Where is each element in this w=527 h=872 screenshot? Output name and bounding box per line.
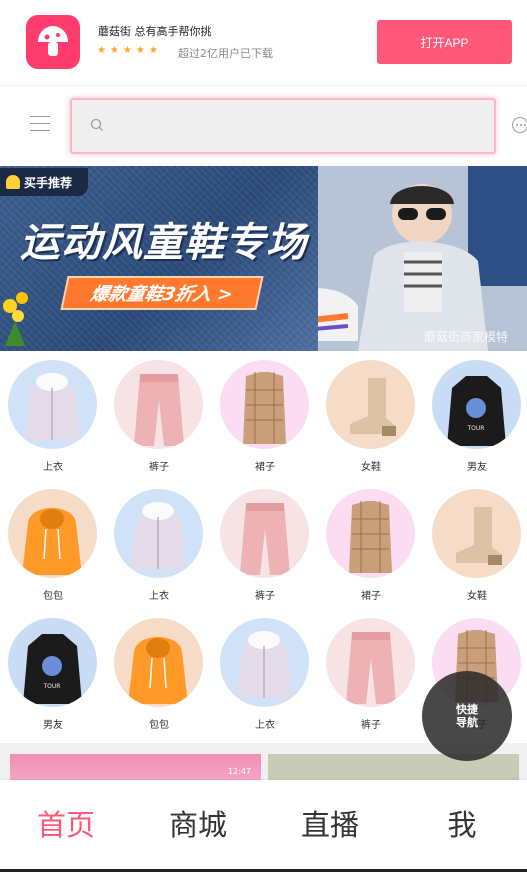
orange-hoodie-image bbox=[8, 489, 97, 578]
orange-hoodie-image bbox=[114, 618, 203, 707]
search-box[interactable] bbox=[70, 98, 496, 154]
flowers-decoration bbox=[3, 292, 28, 346]
jacket-image bbox=[220, 618, 309, 707]
quick-nav-button[interactable]: 快捷导航 bbox=[422, 671, 512, 761]
tab-mall[interactable]: 商城 bbox=[132, 805, 264, 845]
category-label: 上衣 bbox=[255, 720, 275, 731]
category-label: 男友 bbox=[467, 462, 487, 473]
black-hoodie-image: TOUR bbox=[8, 618, 97, 707]
product-card[interactable]: 12:47 bbox=[10, 754, 261, 780]
pants-image bbox=[326, 618, 415, 707]
svg-text:TOUR: TOUR bbox=[467, 425, 485, 432]
category-item[interactable]: 裙子 bbox=[212, 352, 318, 480]
mushroom-icon bbox=[6, 175, 20, 189]
category-item[interactable]: TOUR 男友 bbox=[0, 610, 106, 738]
tab-me[interactable]: 我 bbox=[396, 805, 527, 845]
boot-image bbox=[432, 489, 521, 578]
open-app-button[interactable]: 打开APP bbox=[377, 20, 512, 64]
pants-image bbox=[220, 489, 309, 578]
category-item[interactable]: TOUR 男友 bbox=[424, 352, 527, 480]
category-label: 裙子 bbox=[255, 462, 275, 473]
tab-home[interactable]: 首页 bbox=[0, 805, 132, 845]
hero-model-photo bbox=[248, 166, 527, 351]
svg-text:TOUR: TOUR bbox=[43, 683, 61, 690]
category-item[interactable]: 裙子 bbox=[318, 481, 424, 609]
category-label: 包包 bbox=[149, 720, 169, 731]
category-label: 裤子 bbox=[255, 591, 275, 602]
category-label: 裤子 bbox=[361, 720, 381, 731]
category-item[interactable]: 包包 bbox=[106, 610, 212, 738]
category-item[interactable]: 裤子 bbox=[318, 610, 424, 738]
app-name: 蘑菇街 总有高手帮你挑 bbox=[98, 25, 212, 38]
more-options-icon[interactable] bbox=[512, 117, 527, 133]
category-label: 男友 bbox=[43, 720, 63, 731]
bottom-tab-bar: 首页 商城 直播 我 bbox=[0, 780, 527, 872]
hero-title: 运动风童鞋专场 bbox=[20, 220, 307, 266]
plaid-jacket-image bbox=[326, 489, 415, 578]
category-label: 包包 bbox=[43, 591, 63, 602]
plaid-jacket-image bbox=[220, 360, 309, 449]
search-row bbox=[0, 86, 527, 166]
black-hoodie-image: TOUR bbox=[432, 360, 521, 449]
buyer-recommend-badge: 买手推荐 bbox=[0, 168, 88, 196]
search-input[interactable] bbox=[116, 112, 476, 140]
category-item[interactable]: 女鞋 bbox=[318, 352, 424, 480]
hero-banner[interactable]: 买手推荐 运动风童鞋专场 爆款童鞋3折入 > 蘑菇街商家模特 bbox=[0, 166, 527, 351]
category-label: 女鞋 bbox=[361, 462, 381, 473]
pants-image bbox=[114, 360, 203, 449]
category-label: 裤子 bbox=[149, 462, 169, 473]
hero-promo-tag: 爆款童鞋3折入 > bbox=[60, 276, 264, 310]
hero-badge-label: 买手推荐 bbox=[24, 175, 73, 190]
menu-icon[interactable] bbox=[30, 116, 50, 132]
category-item[interactable]: 裤子 bbox=[106, 352, 212, 480]
app-download-banner: 蘑菇街 总有高手帮你挑 ★★★★★ 超过2亿用户已下载 打开APP bbox=[0, 0, 527, 86]
jacket-image bbox=[8, 360, 97, 449]
category-label: 上衣 bbox=[149, 591, 169, 602]
boot-image bbox=[326, 360, 415, 449]
jacket-image bbox=[114, 489, 203, 578]
tab-live[interactable]: 直播 bbox=[264, 805, 396, 845]
category-label: 裙子 bbox=[361, 591, 381, 602]
product-status-text: 12:47 bbox=[227, 767, 251, 776]
category-item[interactable]: 上衣 bbox=[106, 481, 212, 609]
category-label: 上衣 bbox=[43, 462, 63, 473]
category-item[interactable]: 上衣 bbox=[0, 352, 106, 480]
mogujie-logo-icon bbox=[26, 15, 80, 69]
rating-stars-icon: ★★★★★ bbox=[97, 45, 162, 56]
search-icon bbox=[90, 118, 103, 131]
category-item[interactable]: 上衣 bbox=[212, 610, 318, 738]
category-item[interactable]: 裤子 bbox=[212, 481, 318, 609]
category-item[interactable]: 包包 bbox=[0, 481, 106, 609]
hero-watermark: 蘑菇街商家模特 bbox=[424, 330, 509, 344]
category-item[interactable]: 女鞋 bbox=[424, 481, 527, 609]
download-count: 超过2亿用户已下载 bbox=[178, 47, 273, 60]
category-label: 女鞋 bbox=[467, 591, 487, 602]
